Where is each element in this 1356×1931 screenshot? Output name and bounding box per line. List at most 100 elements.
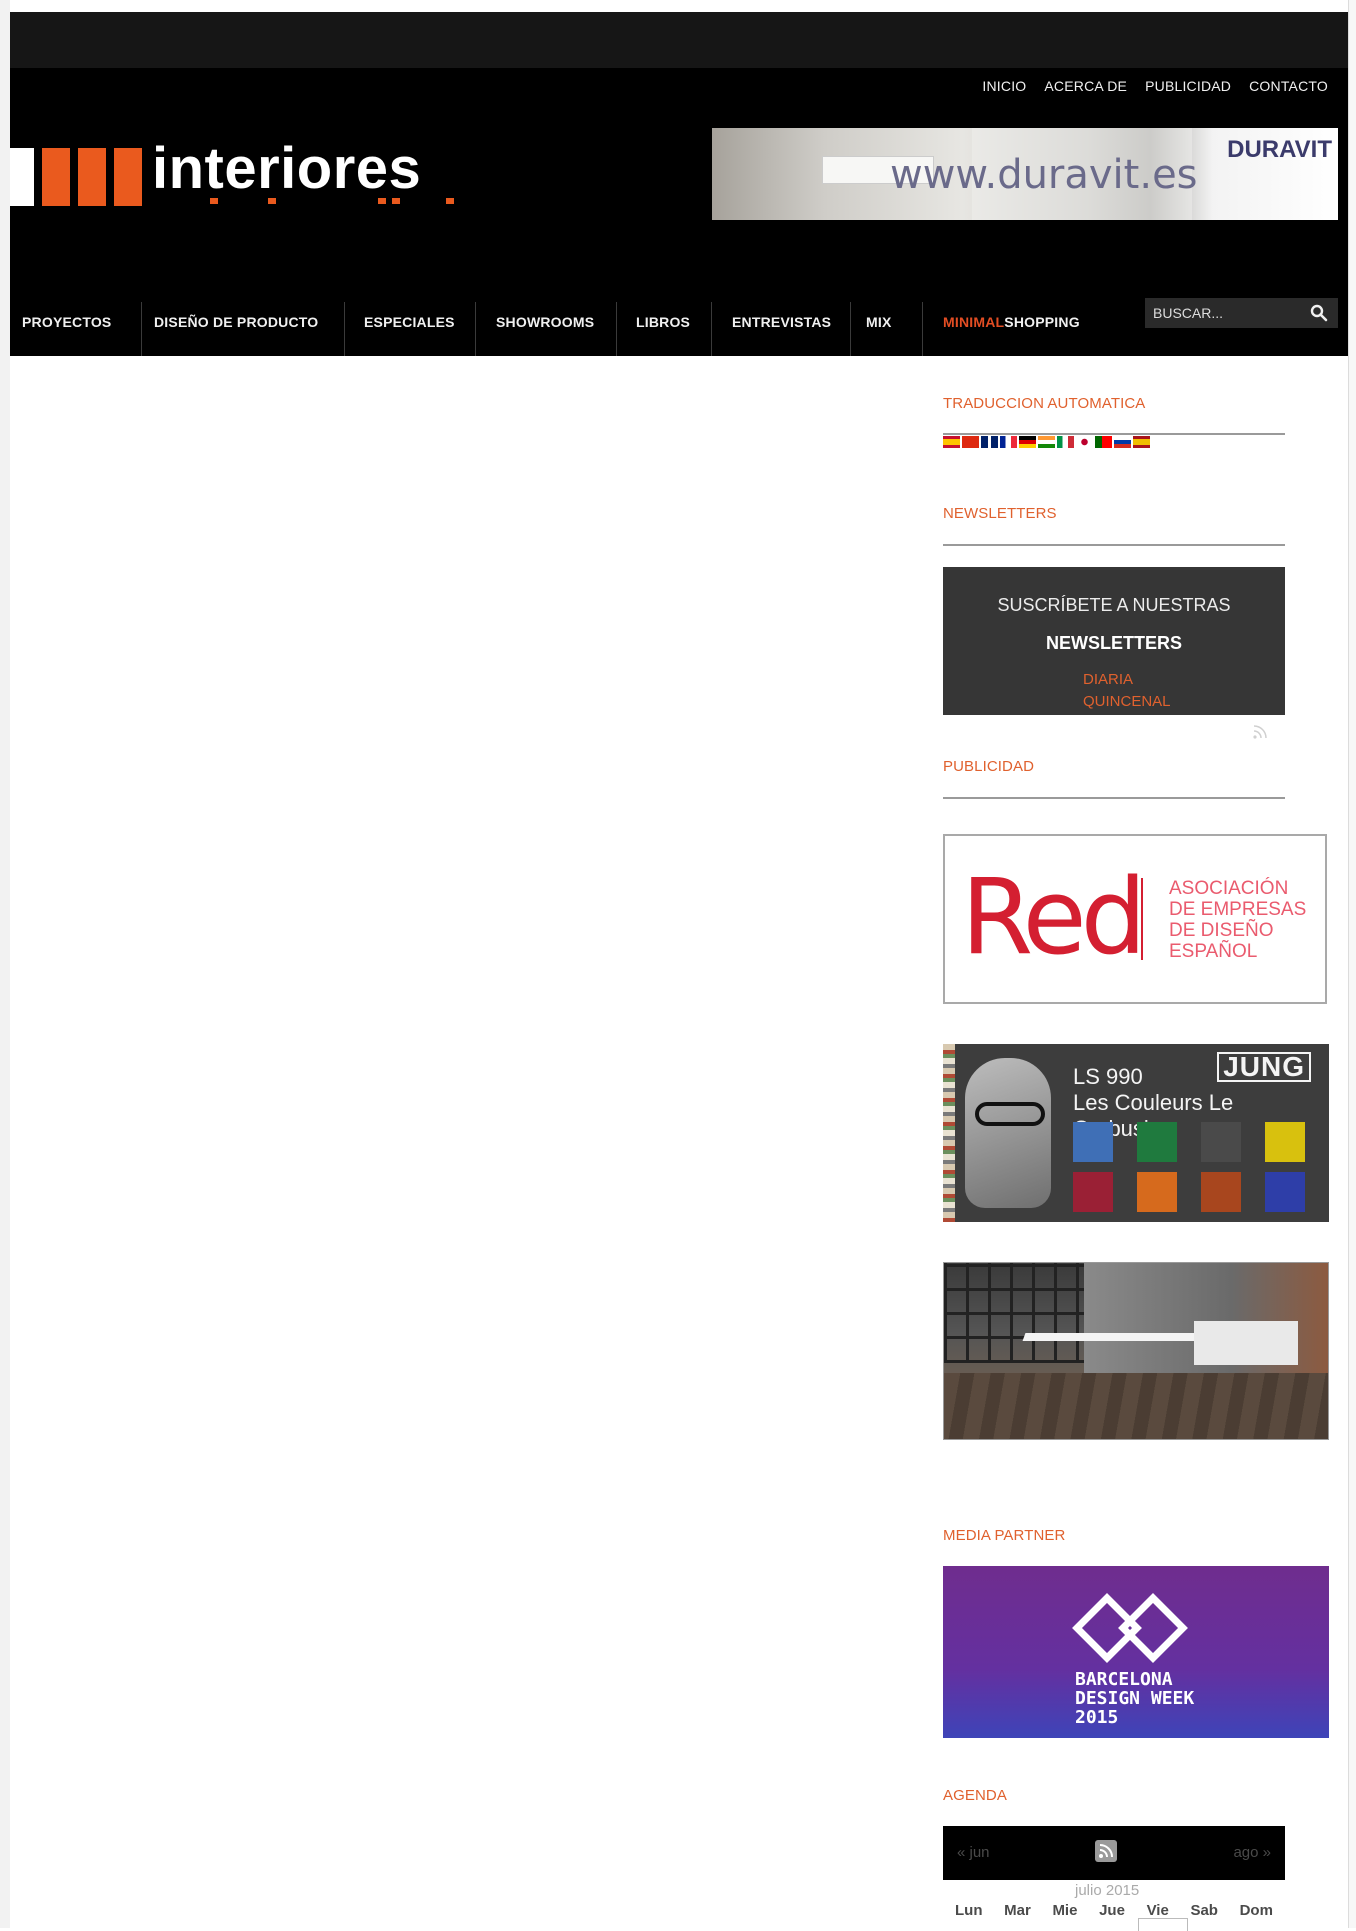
red-ad-logo-word: Red (961, 856, 1147, 978)
top-link-inicio[interactable]: INICIO (982, 78, 1026, 94)
jung-ad-swatch (1265, 1122, 1305, 1162)
nav-separator (711, 302, 712, 356)
flag-portuguese-icon[interactable] (1095, 436, 1112, 448)
nav-item-proyectos[interactable]: PROYECTOS (22, 290, 111, 356)
ad-brand-text: DURAVIT (1227, 136, 1332, 163)
nav-separator (141, 302, 142, 356)
jung-ad-swatch (1137, 1172, 1177, 1212)
flag-catalan-icon[interactable] (943, 436, 960, 448)
nav-shopping-rest: SHOPPING (1004, 314, 1080, 330)
nav-item-entrevistas[interactable]: ENTREVISTAS (732, 290, 831, 356)
nav-separator (616, 302, 617, 356)
flag-hindi-icon[interactable] (1038, 436, 1055, 448)
agenda-prev-month-link[interactable]: « jun (957, 1844, 990, 1861)
nav-separator (850, 302, 851, 356)
bdw-line: DESIGN WEEK (1075, 1688, 1195, 1709)
office-furniture-ad[interactable] (943, 1262, 1329, 1440)
red-ad-line: DE EMPRESAS (1169, 899, 1307, 920)
flag-english-icon[interactable] (981, 436, 998, 448)
jung-ad-swatch (1137, 1122, 1177, 1162)
newsletter-subscribe-text: SUSCRÍBETE A NUESTRAS (997, 595, 1231, 615)
agenda-widget-title: AGENDA (943, 1787, 1007, 1804)
office-ad-cabinet (1194, 1321, 1298, 1365)
translation-flags (943, 436, 1150, 448)
top-link-contacto[interactable]: CONTACTO (1249, 78, 1328, 94)
red-ad-text: ASOCIACIÓN DE EMPRESAS DE DISEÑO ESPAÑOL (1169, 878, 1306, 962)
office-ad-window-grid (944, 1263, 1084, 1363)
left-gutter (0, 0, 10, 1928)
nav-item-mix[interactable]: MIX (866, 290, 892, 356)
agenda-today-cell[interactable] (1138, 1918, 1188, 1931)
flag-japanese-icon[interactable] (1076, 436, 1093, 448)
flag-italian-icon[interactable] (1057, 436, 1074, 448)
nav-shopping-accent: MINIMAL (943, 314, 1005, 330)
newsletters-widget-title: NEWSLETTERS (943, 505, 1057, 522)
logo-dot (210, 198, 218, 204)
newsletter-option-daily[interactable]: DIARIA (1083, 671, 1133, 688)
search-input[interactable] (1145, 298, 1295, 328)
logo-bar (114, 148, 142, 206)
bdw-line: BARCELONA (1075, 1669, 1173, 1690)
nav-separator (344, 302, 345, 356)
flag-russian-icon[interactable] (1114, 436, 1131, 448)
scrollbar[interactable] (1348, 0, 1356, 1928)
jung-ad-swatch (1201, 1122, 1241, 1162)
newsletter-option-biweekly[interactable]: QUINCENAL (1083, 693, 1171, 710)
top-strip (10, 12, 1348, 68)
top-links: INICIO ACERCA DE PUBLICIDAD CONTACTO (982, 78, 1328, 94)
red-ad-line: ASOCIACIÓN (1169, 878, 1289, 899)
bdw-line: 2015 (1075, 1707, 1119, 1728)
flag-spanish-icon[interactable] (1133, 436, 1150, 448)
top-banner-ad[interactable]: www.duravit.es DURAVIT (712, 128, 1338, 220)
rss-icon[interactable] (1095, 1840, 1117, 1862)
weekday-label: Mar (1004, 1902, 1031, 1919)
logo-dot (268, 198, 276, 204)
search-icon[interactable] (1310, 304, 1328, 322)
nav-item-showrooms[interactable]: SHOWROOMS (496, 290, 594, 356)
logo-text: interiores (152, 136, 422, 201)
red-ad-line: DE DISEÑO (1169, 920, 1274, 941)
logo-bar (78, 148, 106, 206)
weekday-label: Sab (1190, 1902, 1218, 1919)
jung-ad-swatch (1073, 1172, 1113, 1212)
flag-german-icon[interactable] (1019, 436, 1036, 448)
widget-divider (943, 433, 1285, 435)
widget-divider (943, 797, 1285, 799)
top-link-acerca[interactable]: ACERCA DE (1044, 78, 1127, 94)
bdw-text: BARCELONA DESIGN WEEK 2015 (1075, 1670, 1194, 1727)
jung-ad-swatch (1073, 1122, 1113, 1162)
red-ad-divider (1141, 878, 1143, 960)
flag-chinese-icon[interactable] (962, 436, 979, 448)
jung-ad-swatch (1201, 1172, 1241, 1212)
nav-item-especiales[interactable]: ESPECIALES (364, 290, 455, 356)
jung-ad-swatch (1265, 1172, 1305, 1212)
nav-separator (475, 302, 476, 356)
nav-item-libros[interactable]: LIBROS (636, 290, 690, 356)
nav-item-diseno-de-producto[interactable]: DISEÑO DE PRODUCTO (154, 290, 318, 356)
top-link-publicidad[interactable]: PUBLICIDAD (1145, 78, 1231, 94)
jung-ad[interactable]: LS 990 Les Couleurs Le Corbusier JUNG (943, 1044, 1329, 1222)
jung-ad-color-strip (943, 1044, 955, 1222)
media-partner-widget-title: MEDIA PARTNER (943, 1527, 1066, 1544)
nav-item-minimal-shopping[interactable]: MINIMALSHOPPING (943, 290, 1080, 356)
weekday-label: Lun (955, 1902, 983, 1919)
logo-bar (10, 148, 34, 206)
weekday-label: Dom (1239, 1902, 1273, 1919)
weekday-label: Jue (1099, 1902, 1125, 1919)
weekday-label: Vie (1146, 1902, 1169, 1919)
agenda-next-month-link[interactable]: ago » (1233, 1844, 1271, 1861)
jung-ad-model: LS 990 (1073, 1064, 1143, 1089)
barcelona-design-week-ad[interactable]: BARCELONA DESIGN WEEK 2015 (943, 1566, 1329, 1738)
logo-bar (42, 148, 70, 206)
flag-french-icon[interactable] (1000, 436, 1017, 448)
rss-icon[interactable] (1252, 724, 1268, 740)
office-ad-floor (944, 1373, 1328, 1439)
agenda-month-label: julio 2015 (1075, 1882, 1140, 1899)
red-association-ad[interactable]: Red ASOCIACIÓN DE EMPRESAS DE DISEÑO ESP… (943, 834, 1327, 1004)
weekday-label: Mie (1052, 1902, 1078, 1919)
nav-separator (922, 302, 923, 356)
site-logo[interactable]: interiores (10, 136, 490, 216)
newsletter-signup-box[interactable]: SUSCRÍBETE A NUESTRAS NEWSLETTERS DIARIA… (943, 567, 1285, 715)
bdw-logo-icon (1072, 1593, 1188, 1663)
newsletter-heading: NEWSLETTERS (1045, 633, 1182, 653)
